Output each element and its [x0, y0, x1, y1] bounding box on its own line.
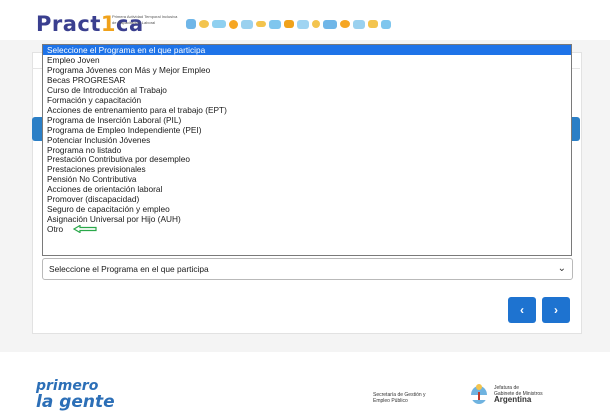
dropdown-option[interactable]: Curso de Introducción al Trabajo	[43, 85, 571, 95]
dropdown-option[interactable]: Prestaciones previsionales	[43, 164, 571, 174]
dropdown-option[interactable]: Potenciar Inclusión Jóvenes	[43, 135, 571, 145]
dropdown-option[interactable]: Programa Jóvenes con Más y Mejor Empleo	[43, 65, 571, 75]
jefatura-logo: Jefatura de Gabinete de Ministros Argent…	[470, 383, 543, 405]
dropdown-option[interactable]: Becas PROGRESAR	[43, 75, 571, 85]
decorative-icons-strip	[186, 14, 391, 34]
dropdown-option[interactable]: Pensión No Contributiva	[43, 174, 571, 184]
dropdown-option[interactable]: Programa no listado	[43, 145, 571, 155]
chevron-right-icon: ›	[554, 303, 558, 317]
arrow-left-icon	[73, 224, 97, 233]
dropdown-option[interactable]: Empleo Joven	[43, 55, 571, 65]
section-header-left	[32, 117, 42, 141]
dropdown-option[interactable]: Programa de Empleo Independiente (PEI)	[43, 125, 571, 135]
program-select-value: Seleccione el Programa en el que partici…	[49, 264, 209, 274]
dropdown-option[interactable]: Formación y capacitación	[43, 95, 571, 105]
primero-la-gente-logo: primero la gente	[36, 378, 115, 412]
dropdown-option[interactable]: Acciones de entrenamiento para el trabaj…	[43, 105, 571, 115]
logo-subtitle: Primera Actividad Temporal Inclusiva de …	[112, 14, 178, 25]
program-select[interactable]: Seleccione el Programa en el que partici…	[42, 258, 573, 280]
dropdown-option[interactable]: Seleccione el Programa en el que partici…	[43, 45, 571, 55]
dropdown-option[interactable]: Otro	[43, 224, 571, 234]
dropdown-option[interactable]: Programa de Inserción Laboral (PIL)	[43, 115, 571, 125]
dropdown-option[interactable]: Asignación Universal por Hijo (AUH)	[43, 214, 571, 224]
section-header-right	[572, 117, 580, 141]
program-dropdown-list[interactable]: Seleccione el Programa en el que partici…	[42, 44, 572, 256]
chevron-down-icon: ⌄	[557, 263, 566, 274]
header: Pract1ca Primera Actividad Temporal Incl…	[0, 0, 610, 40]
secretaria-label: Secretaría de Gestión y Empleo Público	[373, 392, 426, 404]
dropdown-option[interactable]: Prestación Contributiva por desempleo	[43, 154, 571, 164]
chevron-left-icon: ‹	[520, 303, 524, 317]
previous-button[interactable]: ‹	[508, 297, 536, 323]
dropdown-option[interactable]: Acciones de orientación laboral	[43, 184, 571, 194]
dropdown-option[interactable]: Seguro de capacitación y empleo	[43, 204, 571, 214]
dropdown-option[interactable]: Promover (discapacidad)	[43, 194, 571, 204]
next-button[interactable]: ›	[542, 297, 570, 323]
escudo-icon	[471, 384, 487, 404]
